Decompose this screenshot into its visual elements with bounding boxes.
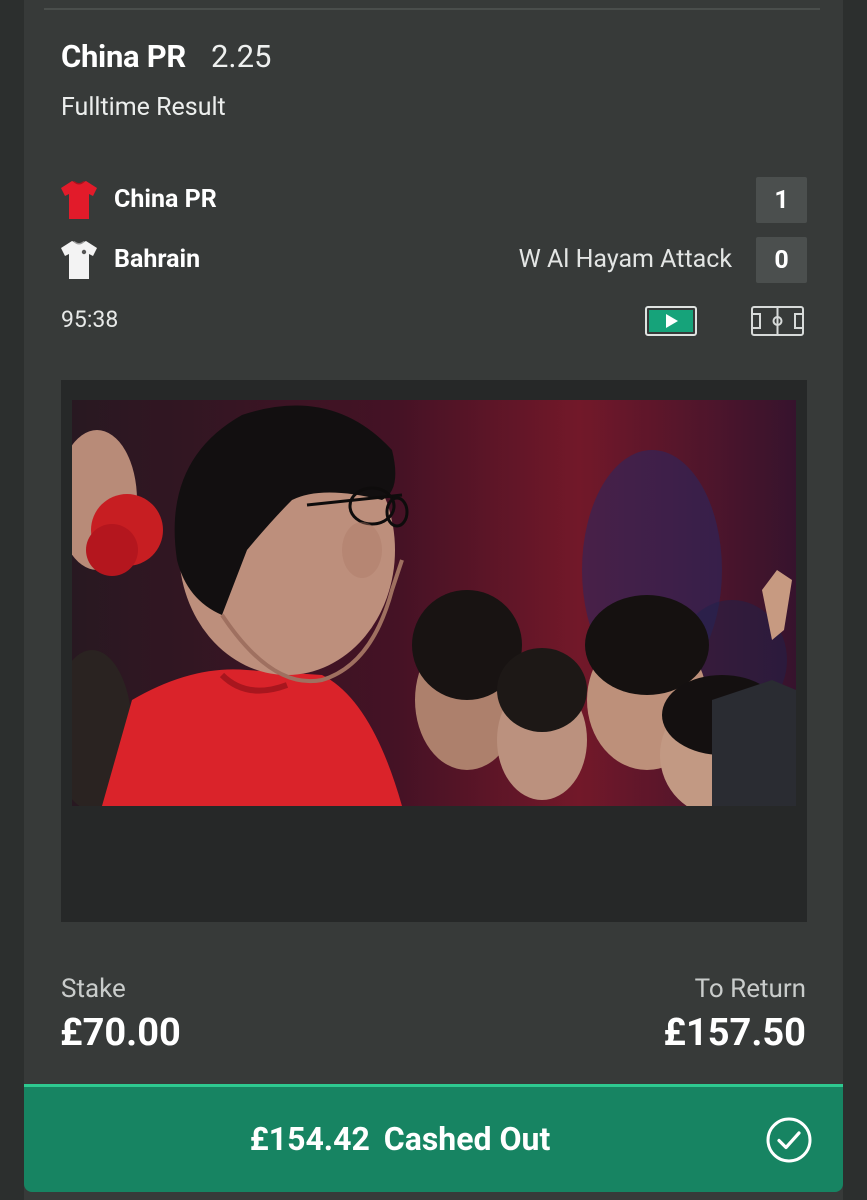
cashed-out-bar[interactable]: £154.42 Cashed Out	[24, 1084, 843, 1192]
fans-video-frame	[72, 400, 796, 806]
to-return-label: To Return	[694, 974, 806, 1004]
market-name: Fulltime Result	[61, 93, 226, 122]
team-row-away: Bahrain W Al Hayam Attack 0	[60, 237, 807, 283]
divider	[44, 8, 820, 10]
red-shirt-icon	[61, 180, 97, 219]
cashout-text: £154.42 Cashed Out	[24, 1120, 776, 1158]
team-row-home: China PR 1	[60, 177, 807, 223]
match-incident: W Al Hayam Attack	[518, 245, 732, 274]
bet-receipt-screen: China PR 2.25 Fulltime Result China PR 1…	[0, 0, 867, 1200]
video-player[interactable]	[61, 380, 807, 922]
stake-value: £70.00	[60, 1011, 181, 1055]
away-team-name: Bahrain	[114, 245, 201, 274]
to-return-value: £157.50	[663, 1011, 806, 1055]
home-score: 1	[756, 177, 807, 223]
pitch-tracker-icon[interactable]	[751, 306, 804, 336]
play-video-icon[interactable]	[645, 306, 697, 336]
video-stream[interactable]	[72, 400, 796, 806]
cashout-amount: £154.42	[249, 1120, 370, 1158]
selection-odds: 2.25	[210, 38, 272, 75]
checkmark-circle-icon	[766, 1117, 812, 1163]
white-shirt-icon	[61, 240, 97, 279]
away-score: 0	[756, 237, 807, 283]
home-team-name: China PR	[114, 185, 217, 214]
match-clock: 95:38	[61, 306, 119, 333]
selection-header: China PR 2.25	[61, 38, 271, 75]
selection-name: China PR	[61, 38, 186, 75]
stake-label: Stake	[61, 974, 126, 1004]
cashout-label: Cashed Out	[383, 1120, 551, 1158]
